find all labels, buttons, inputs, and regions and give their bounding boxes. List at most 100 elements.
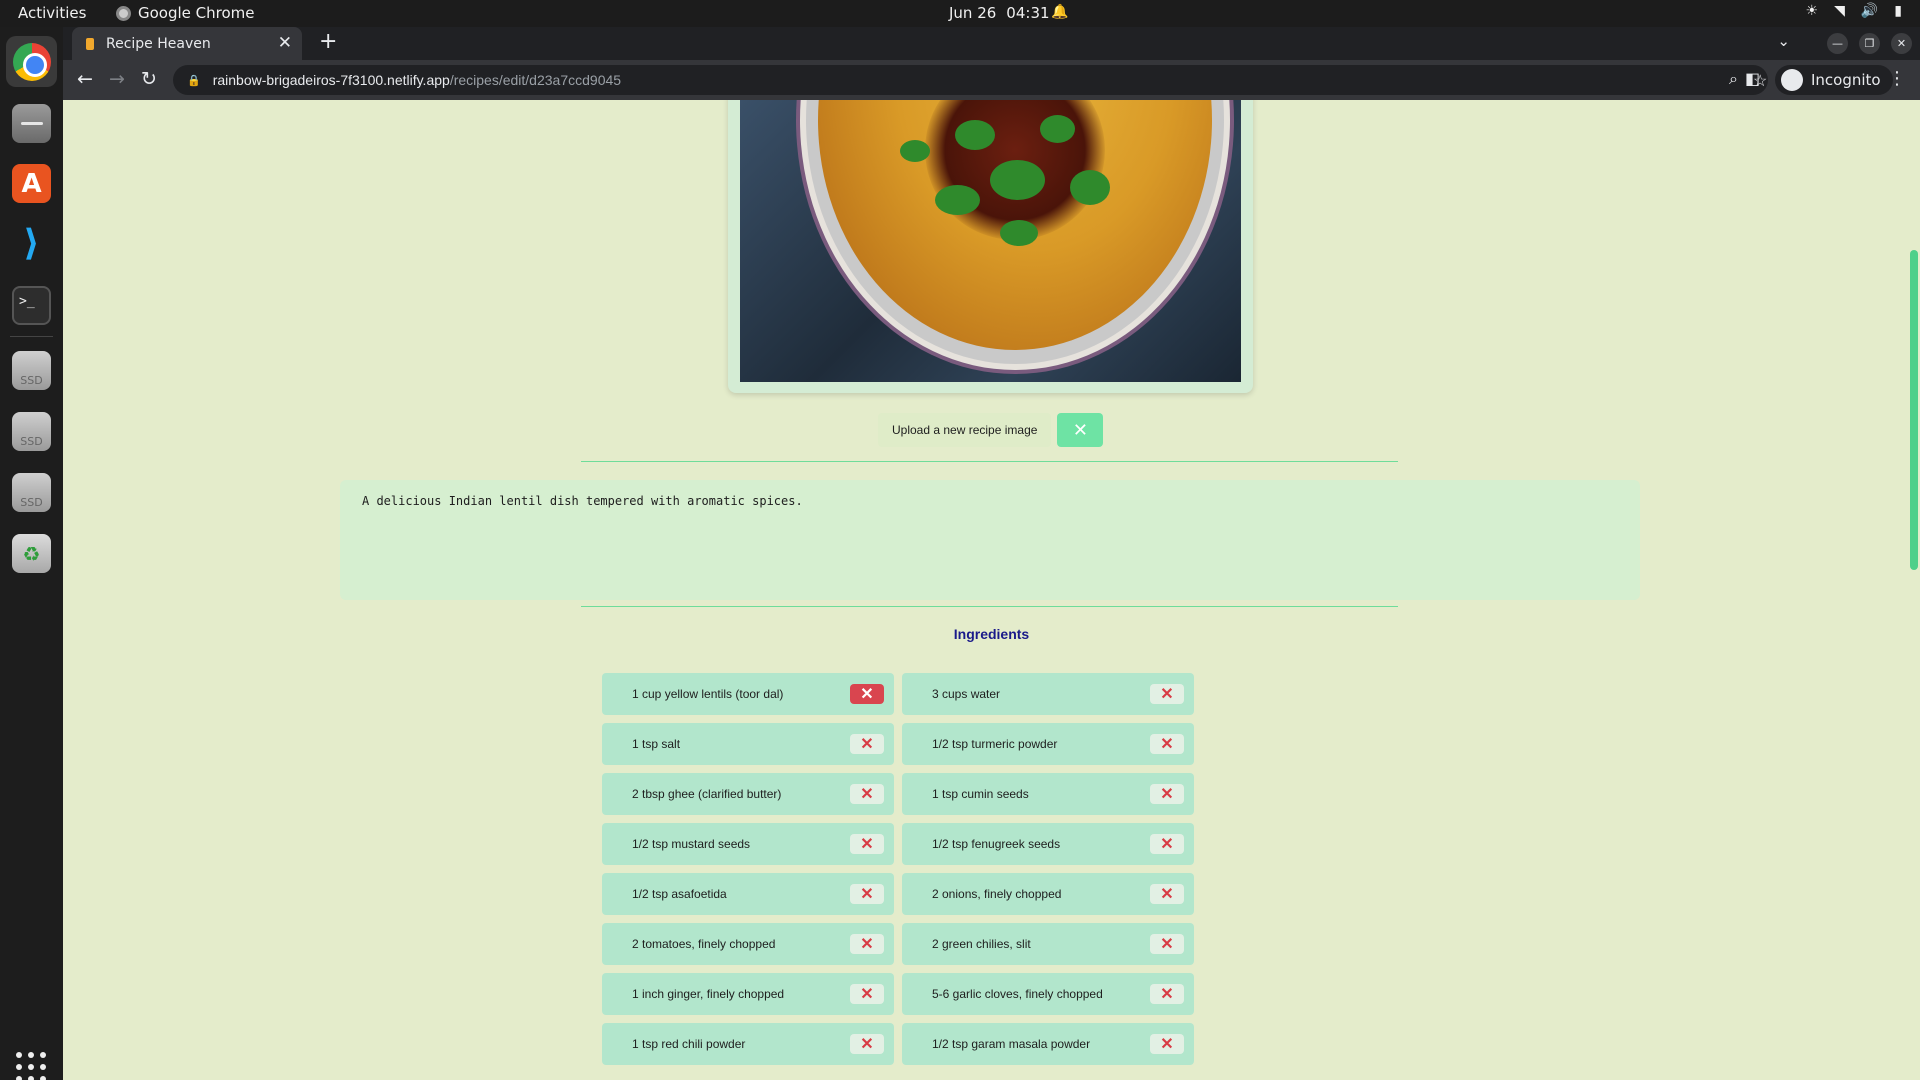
- chrome-icon: [12, 42, 51, 81]
- ingredient-item: 1/2 tsp turmeric powder ✕: [902, 723, 1194, 765]
- dock-chrome[interactable]: [6, 36, 57, 87]
- lock-icon: 🔒: [187, 74, 201, 87]
- address-bar[interactable]: 🔒 rainbow-brigadeiros-7f3100.netlify.app…: [173, 65, 1768, 95]
- minimize-icon[interactable]: —: [1827, 33, 1848, 54]
- ingredient-text[interactable]: 1 tsp salt: [632, 737, 812, 751]
- ingredient-text[interactable]: 3 cups water: [932, 687, 1112, 701]
- ingredient-item: 2 tomatoes, finely chopped ✕: [602, 923, 894, 965]
- remove-ingredient-close-icon[interactable]: ✕: [1150, 984, 1184, 1004]
- remove-ingredient-close-icon[interactable]: ✕: [1150, 734, 1184, 754]
- wifi-icon: ◥: [1834, 3, 1845, 19]
- zoom-search-icon[interactable]: ⌕: [1729, 71, 1738, 89]
- dock-trash-icon[interactable]: ♻: [12, 534, 51, 573]
- description-textarea[interactable]: A delicious Indian lentil dish tempered …: [340, 480, 1640, 600]
- dock-terminal-icon[interactable]: >_: [12, 286, 51, 325]
- divider: [581, 461, 1398, 462]
- remove-ingredient-close-icon[interactable]: ✕: [850, 984, 884, 1004]
- ingredient-text[interactable]: 1/2 tsp garam masala powder: [932, 1037, 1112, 1051]
- app-name: Google Chrome: [138, 4, 255, 22]
- forward-arrow-icon[interactable]: →: [109, 68, 125, 90]
- ingredient-text[interactable]: 1/2 tsp mustard seeds: [632, 837, 812, 851]
- recipe-image: [740, 100, 1241, 382]
- browser-tab[interactable]: Recipe Heaven ✕: [72, 27, 302, 60]
- url-host: rainbow-brigadeiros-7f3100.netlify.app: [212, 72, 450, 88]
- clock-time: 04:31: [1006, 4, 1050, 22]
- recipe-image-frame: [728, 100, 1253, 393]
- dock-files-icon[interactable]: [12, 104, 51, 143]
- clock-date: Jun 26: [949, 4, 997, 22]
- ingredient-item: 2 green chilies, slit ✕: [902, 923, 1194, 965]
- dock-app-store-icon[interactable]: A: [12, 164, 51, 203]
- ingredient-text[interactable]: 1 cup yellow lentils (toor dal): [632, 687, 812, 701]
- new-tab-icon[interactable]: +: [319, 29, 337, 54]
- show-applications-icon[interactable]: [16, 1052, 46, 1080]
- side-panel-icon[interactable]: ◧: [1745, 69, 1760, 88]
- remove-ingredient-close-icon[interactable]: ✕: [850, 684, 884, 704]
- tab-search-chevron-icon[interactable]: ⌄: [1777, 32, 1790, 50]
- browser-toolbar: ← → ↻ 🔒 rainbow-brigadeiros-7f3100.netli…: [63, 60, 1920, 100]
- system-top-bar: Activities Google Chrome Jun 26 04:31 🔔 …: [0, 0, 1920, 27]
- ssd-label: SSD: [20, 496, 43, 509]
- remove-ingredient-close-icon[interactable]: ✕: [850, 934, 884, 954]
- remove-ingredient-close-icon[interactable]: ✕: [850, 1034, 884, 1054]
- ingredient-text[interactable]: 2 green chilies, slit: [932, 937, 1112, 951]
- remove-ingredient-close-icon[interactable]: ✕: [1150, 1034, 1184, 1054]
- dock: A ⟩ >_ SSD SSD SSD ♻: [0, 27, 63, 1080]
- ingredient-text[interactable]: 1/2 tsp fenugreek seeds: [932, 837, 1112, 851]
- app-menu[interactable]: Google Chrome: [116, 4, 255, 22]
- ingredient-item: 1/2 tsp fenugreek seeds ✕: [902, 823, 1194, 865]
- url-path: /recipes/edit/d23a7ccd9045: [449, 72, 622, 88]
- ingredient-text[interactable]: 1 inch ginger, finely chopped: [632, 987, 812, 1001]
- ingredient-text[interactable]: 1/2 tsp turmeric powder: [932, 737, 1112, 751]
- remove-ingredient-close-icon[interactable]: ✕: [1150, 934, 1184, 954]
- reload-icon[interactable]: ↻: [141, 68, 157, 90]
- remove-ingredient-close-icon[interactable]: ✕: [850, 834, 884, 854]
- ingredient-text[interactable]: 5-6 garlic cloves, finely chopped: [932, 987, 1112, 1001]
- clock[interactable]: Jun 26 04:31: [949, 4, 1050, 22]
- ingredient-text[interactable]: 2 tomatoes, finely chopped: [632, 937, 812, 951]
- ssd-label: SSD: [20, 374, 43, 387]
- dock-ssd-drive-icon[interactable]: SSD: [12, 473, 51, 512]
- chrome-icon: [116, 5, 131, 21]
- ingredient-item: 1/2 tsp mustard seeds ✕: [602, 823, 894, 865]
- remove-ingredient-close-icon[interactable]: ✕: [850, 884, 884, 904]
- system-tray[interactable]: ☀ ◥ 🔊 ▮: [1806, 3, 1903, 19]
- clear-image-close-icon[interactable]: ✕: [1057, 413, 1104, 447]
- dock-vscode-icon[interactable]: ⟩: [12, 223, 51, 264]
- ingredient-text[interactable]: 2 onions, finely chopped: [932, 887, 1112, 901]
- ingredients-grid: 1 cup yellow lentils (toor dal) ✕ 3 cups…: [602, 673, 1196, 1065]
- browser-menu-icon[interactable]: ⋮: [1888, 68, 1906, 89]
- remove-ingredient-close-icon[interactable]: ✕: [850, 734, 884, 754]
- notification-bell-icon[interactable]: 🔔: [1051, 4, 1068, 20]
- remove-ingredient-close-icon[interactable]: ✕: [1150, 784, 1184, 804]
- dock-ssd-drive-icon[interactable]: SSD: [12, 351, 51, 390]
- ingredient-text[interactable]: 1 tsp cumin seeds: [932, 787, 1112, 801]
- page-scrollbar[interactable]: [1905, 100, 1920, 1080]
- tab-close-icon[interactable]: ✕: [278, 33, 292, 53]
- remove-ingredient-close-icon[interactable]: ✕: [850, 784, 884, 804]
- back-arrow-icon[interactable]: ←: [77, 68, 93, 90]
- ingredient-item: 3 cups water ✕: [902, 673, 1194, 715]
- ingredient-text[interactable]: 1 tsp red chili powder: [632, 1037, 812, 1051]
- restore-icon[interactable]: ❐: [1859, 33, 1880, 54]
- brightness-icon: ☀: [1805, 3, 1819, 19]
- battery-icon: ▮: [1894, 3, 1902, 19]
- ingredient-text[interactable]: 2 tbsp ghee (clarified butter): [632, 787, 812, 801]
- upload-image-button[interactable]: Upload a new recipe image: [878, 413, 1052, 447]
- incognito-profile-button[interactable]: Incognito: [1775, 65, 1893, 95]
- volume-icon: 🔊: [1860, 3, 1879, 19]
- remove-ingredient-close-icon[interactable]: ✕: [1150, 834, 1184, 854]
- activities-button[interactable]: Activities: [18, 4, 86, 22]
- page-content: Upload a new recipe image ✕ A delicious …: [63, 100, 1920, 1080]
- window-close-icon[interactable]: ✕: [1891, 33, 1912, 54]
- remove-ingredient-close-icon[interactable]: ✕: [1150, 684, 1184, 704]
- browser-tab-strip: Recipe Heaven ✕ + ⌄ — ❐ ✕: [63, 27, 1920, 60]
- remove-ingredient-close-icon[interactable]: ✕: [1150, 884, 1184, 904]
- scrollbar-thumb[interactable]: [1910, 250, 1918, 570]
- ingredient-item: 1 tsp salt ✕: [602, 723, 894, 765]
- tab-title: Recipe Heaven: [106, 35, 211, 52]
- dock-ssd-drive-icon[interactable]: SSD: [12, 412, 51, 451]
- image-upload-row: Upload a new recipe image ✕: [878, 413, 1104, 447]
- ingredient-item: 1 cup yellow lentils (toor dal) ✕: [602, 673, 894, 715]
- ingredient-text[interactable]: 1/2 tsp asafoetida: [632, 887, 812, 901]
